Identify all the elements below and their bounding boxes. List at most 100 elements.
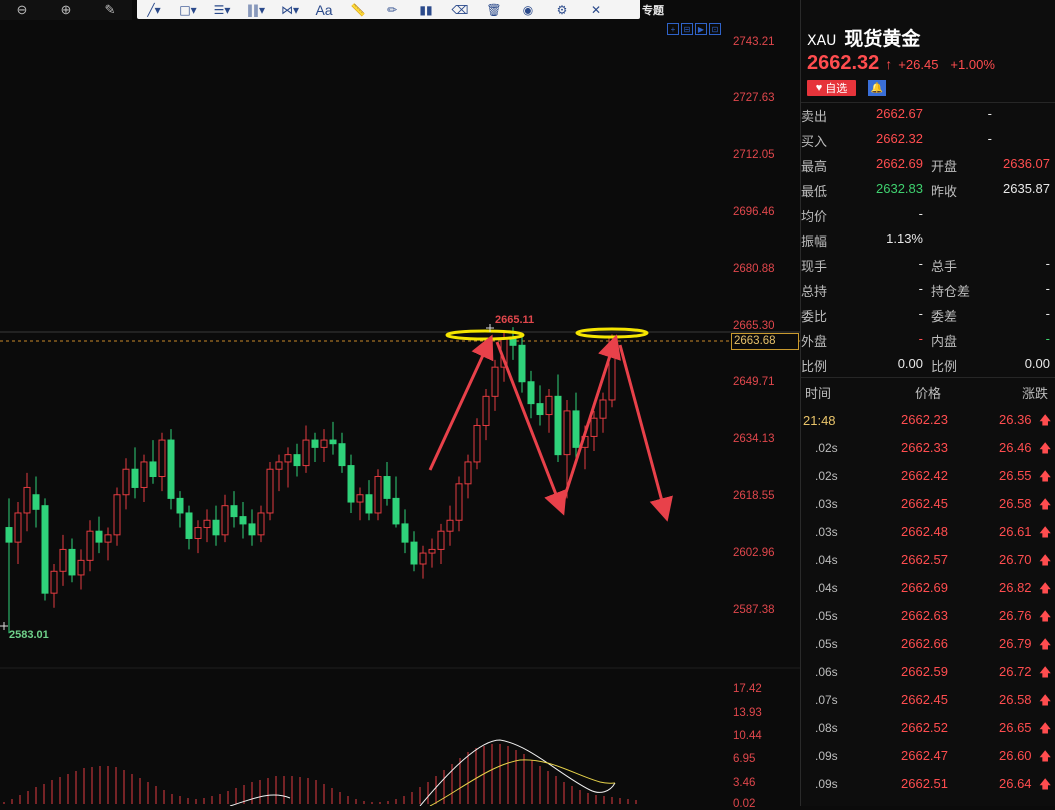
candle-body [347, 465, 355, 503]
zoom-out-icon[interactable]: ⊖ [0, 0, 44, 20]
candlestick-chart[interactable] [0, 0, 800, 806]
tick-time: .02s [815, 469, 838, 483]
quote-value: - [987, 106, 992, 121]
add-favorite-button[interactable]: ♥ 自选 [807, 80, 856, 96]
candle-body [392, 497, 400, 525]
play-toggle-icon[interactable]: ▶ [695, 23, 707, 35]
macd-dea-line [429, 759, 616, 806]
tick-row[interactable]: 21:48 2662.23 26.36 🡅 [801, 407, 1055, 435]
candle-body [446, 519, 454, 532]
zoom-in-icon[interactable]: ⊕ [44, 0, 88, 20]
tick-price: 2662.69 [901, 580, 948, 595]
crosshair-toggle-icon[interactable]: + [667, 23, 679, 35]
gear-icon[interactable]: ⚙ [545, 0, 579, 19]
up-arrow-icon: 🡅 [1039, 413, 1052, 427]
tick-time: .04s [815, 553, 838, 567]
tick-row[interactable]: .09s 2662.51 26.64 🡅 [801, 771, 1055, 799]
candle-body [293, 454, 301, 467]
pen-icon[interactable]: ✎ [88, 0, 132, 20]
tick-row[interactable]: .07s 2662.45 26.58 🡅 [801, 687, 1055, 715]
expand-toggle-icon[interactable]: ⊡ [709, 23, 721, 35]
candle-body [122, 468, 130, 496]
candle-body [284, 454, 292, 463]
chart-mini-controls: + ⊟ ▶ ⊡ [667, 23, 721, 35]
candle-body [518, 344, 526, 383]
price-change: +26.45 [898, 57, 939, 72]
tick-row[interactable]: .03s 2662.45 26.58 🡅 [801, 491, 1055, 519]
tick-change: 26.46 [999, 440, 1032, 455]
candle-body [149, 461, 157, 478]
line-tool-icon[interactable]: ╱▾ [137, 0, 171, 19]
eraser-icon[interactable]: ⌫ [443, 0, 477, 19]
price-change-percent: +1.00% [950, 57, 995, 72]
price-axis-label: 2587.38 [733, 604, 775, 616]
up-arrow-icon: 🡅 [1039, 665, 1052, 679]
quote-value: - [918, 331, 923, 346]
pencil-icon[interactable]: ✏ [375, 0, 409, 19]
tick-price: 2662.51 [901, 776, 948, 791]
delete-icon[interactable]: 🗑 [477, 0, 511, 19]
rect-tool-icon[interactable]: □▾ [171, 0, 205, 19]
layout-toggle-icon[interactable]: ⊟ [681, 23, 693, 35]
tick-time: .03s [815, 497, 838, 511]
tick-row[interactable]: .06s 2662.59 26.72 🡅 [801, 659, 1055, 687]
up-arrow-icon: 🡅 [1039, 525, 1052, 539]
pattern-tool-icon[interactable]: ⋈▾ [273, 0, 307, 19]
candle-body [590, 417, 598, 437]
candle-body [554, 395, 562, 456]
candle-body [167, 439, 175, 499]
current-price: 2662.32 [807, 52, 880, 74]
tick-change: 26.58 [999, 692, 1032, 707]
special-topic-label[interactable]: 专题 [642, 2, 664, 18]
macd-axis-label: 10.44 [733, 730, 762, 742]
tick-row[interactable]: .04s 2662.57 26.70 🡅 [801, 547, 1055, 575]
up-arrow-icon: 🡅 [1039, 469, 1052, 483]
tick-row[interactable]: .02s 2662.42 26.55 🡅 [801, 463, 1055, 491]
tick-row[interactable]: .05s 2662.63 26.76 🡅 [801, 603, 1055, 631]
tick-time: .08s [815, 721, 838, 735]
candle-body [266, 468, 274, 514]
channel-tool-icon[interactable]: ☰▾ [205, 0, 239, 19]
candle-body [158, 439, 166, 478]
candle-body [302, 439, 310, 467]
up-arrow-icon: 🡅 [1039, 553, 1052, 567]
quote-label: 委比 [801, 309, 828, 324]
tick-header-change: 涨跌 [1022, 386, 1049, 401]
candle-body [230, 505, 238, 518]
tick-row[interactable]: .04s 2662.69 26.82 🡅 [801, 575, 1055, 603]
candle-body [203, 519, 211, 529]
magnet-icon[interactable]: ▮▮ [409, 0, 443, 19]
chart-area[interactable]: ⊖ ⊕ ✎ ╱▾ □▾ ☰▾ ‖‖▾ ⋈▾ Aa 📏 ✏ ▮▮ ⌫ 🗑 ◉ ⚙ … [0, 0, 800, 810]
last-price-tag: 2663.68 [731, 333, 799, 350]
fibonacci-tool-icon[interactable]: ‖‖▾ [239, 0, 273, 19]
price-axis-label: 2727.63 [733, 92, 775, 104]
tick-change: 26.55 [999, 468, 1032, 483]
arrow-up-1 [428, 334, 494, 471]
quote-label: 卖出 [801, 109, 828, 124]
quote-value: - [918, 306, 923, 321]
close-icon[interactable]: ✕ [579, 0, 613, 19]
quote-label: 买入 [801, 134, 828, 149]
text-tool-button[interactable]: Aa [307, 0, 341, 19]
price-axis-label: 2680.88 [733, 263, 775, 275]
tick-time: .02s [815, 441, 838, 455]
tick-price: 2662.63 [901, 608, 948, 623]
tick-row[interactable]: .09s 2662.47 26.60 🡅 [801, 743, 1055, 771]
candle-body [212, 519, 220, 536]
candle-body [545, 395, 553, 416]
tick-row[interactable]: .05s 2662.66 26.79 🡅 [801, 631, 1055, 659]
alert-button[interactable]: 🔔 [868, 80, 886, 96]
tick-row[interactable]: .02s 2662.33 26.46 🡅 [801, 435, 1055, 463]
quote-label: 均价 [801, 209, 828, 224]
candle-body [599, 399, 607, 419]
eye-icon[interactable]: ◉ [511, 0, 545, 19]
tick-change: 26.61 [999, 524, 1032, 539]
quote-value: 2635.87 [1003, 181, 1050, 196]
tick-row[interactable]: .03s 2662.48 26.61 🡅 [801, 519, 1055, 547]
quote-label: 最高 [801, 159, 828, 174]
tick-change: 26.70 [999, 552, 1032, 567]
candle-body [131, 468, 139, 488]
tick-row[interactable]: .08s 2662.52 26.65 🡅 [801, 715, 1055, 743]
up-arrow-icon: 🡅 [1039, 777, 1052, 791]
ruler-icon[interactable]: 📏 [341, 0, 375, 19]
